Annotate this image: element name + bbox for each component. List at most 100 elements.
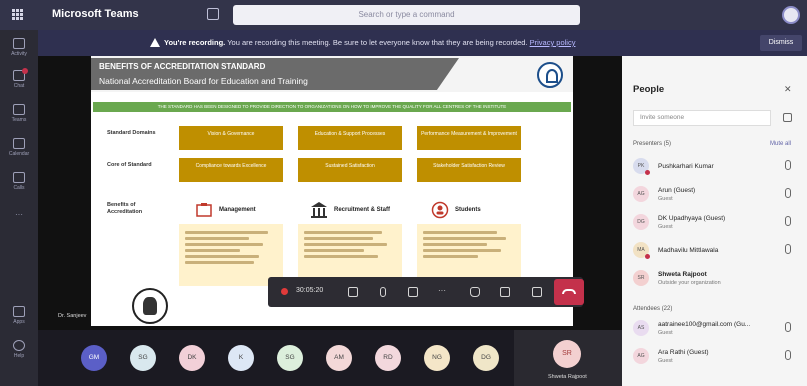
- person-row[interactable]: DG DK Upadhyaya (Guest) Guest: [622, 212, 807, 234]
- raise-hand-button[interactable]: [466, 283, 484, 301]
- avatar: AG: [633, 186, 649, 202]
- warning-icon: [150, 38, 160, 47]
- calendar-icon: [13, 138, 25, 149]
- domain-box: Education & Support Processes: [298, 126, 402, 150]
- participants-button[interactable]: [528, 283, 546, 301]
- rail-item-help[interactable]: Help: [0, 334, 38, 368]
- dismiss-button[interactable]: Dismiss: [760, 35, 802, 51]
- participant-avatar[interactable]: NG: [424, 345, 450, 371]
- rail-item-teams[interactable]: Teams: [0, 98, 38, 132]
- mic-icon: [785, 244, 791, 254]
- invite-input[interactable]: Invite someone: [633, 110, 771, 126]
- bell-icon: [13, 38, 25, 49]
- students-icon: [431, 201, 449, 219]
- avatar: SR: [553, 340, 581, 368]
- attendees-section-header[interactable]: Attendees (22): [633, 306, 672, 312]
- rail-item-activity[interactable]: Activity: [0, 32, 38, 66]
- rail-item-calendar[interactable]: Calendar: [0, 132, 38, 166]
- recording-banner: You're recording. You are recording this…: [38, 30, 807, 56]
- slide-strip: THE STANDARD HAS BEEN DESIGNED TO PROVID…: [93, 102, 571, 112]
- panel-title: People: [633, 84, 665, 95]
- person-subtitle: Guest: [658, 358, 673, 364]
- person-subtitle: Guest: [658, 330, 673, 336]
- participant-avatar[interactable]: RD: [375, 345, 401, 371]
- presenter-avatar: [132, 288, 168, 324]
- search-input[interactable]: Search or type a command: [233, 5, 580, 25]
- rail-item-chat[interactable]: Chat: [0, 64, 38, 98]
- rail-item-calls[interactable]: Calls: [0, 166, 38, 200]
- teams-icon: [13, 104, 25, 115]
- person-name: Madhavilu Mittlawala: [658, 247, 719, 254]
- person-name: Ara Rathi (Guest): [658, 349, 709, 356]
- participant-avatar[interactable]: DK: [179, 345, 205, 371]
- people-icon: [532, 287, 542, 297]
- person-subtitle: Guest: [658, 196, 673, 202]
- active-speaker-name: Shweta Rajpoot: [548, 374, 587, 380]
- privacy-policy-link[interactable]: Privacy policy: [530, 38, 576, 47]
- status-dot: [645, 170, 650, 175]
- camera-icon: [348, 287, 358, 297]
- participant-avatar[interactable]: SG: [130, 345, 156, 371]
- hang-up-button[interactable]: [554, 279, 584, 305]
- camera-button[interactable]: [344, 283, 362, 301]
- person-name: DK Upadhyaya (Guest): [658, 215, 726, 222]
- more-icon: ···: [15, 210, 23, 219]
- person-row[interactable]: AG Ara Rathi (Guest) Guest: [622, 346, 807, 368]
- recording-icon: [281, 288, 288, 295]
- status-dot: [645, 254, 650, 259]
- presenters-section-header[interactable]: Presenters (5): [633, 141, 671, 147]
- person-name: Pushkarhari Kumar: [658, 163, 714, 170]
- more-actions-button[interactable]: ···: [434, 283, 452, 301]
- core-box: Stakeholder Satisfaction Review: [417, 158, 521, 182]
- slide-header: BENEFITS OF ACCREDITATION STANDARD Natio…: [91, 56, 573, 92]
- person-name: Shweta Rajpoot: [658, 271, 707, 278]
- person-name: aatrainee100@gmail.com (Gu...: [658, 321, 751, 328]
- mic-icon: [785, 188, 791, 198]
- rail-item-more[interactable]: ···: [0, 200, 38, 234]
- share-tray-icon: [408, 287, 418, 297]
- app-title: Microsoft Teams: [52, 8, 139, 20]
- mic-icon: [785, 350, 791, 360]
- app-launcher-icon[interactable]: [12, 9, 24, 21]
- share-button[interactable]: [404, 283, 422, 301]
- row-label: Standard Domains: [107, 130, 156, 136]
- domain-box: Performance Measurement & Improvement: [417, 126, 521, 150]
- phone-icon: [13, 172, 25, 183]
- rail-item-apps[interactable]: Apps: [0, 300, 38, 334]
- mic-button[interactable]: [374, 283, 392, 301]
- slide-title: BENEFITS OF ACCREDITATION STANDARD: [99, 62, 266, 71]
- app-rail: Activity Chat Teams Calendar Calls ··· A…: [0, 30, 38, 386]
- participant-avatar[interactable]: DG: [473, 345, 499, 371]
- share-invite-icon[interactable]: [783, 113, 792, 122]
- person-row[interactable]: AG Arun (Guest) Guest: [622, 184, 807, 206]
- management-icon: [196, 203, 212, 217]
- person-row[interactable]: SR Shweta Rajpoot Outside your organizatio…: [622, 268, 807, 290]
- avatar: DG: [633, 214, 649, 230]
- close-icon[interactable]: ✕: [784, 84, 792, 95]
- person-row[interactable]: PK Pushkarhari Kumar: [622, 156, 807, 178]
- chat-button[interactable]: [496, 283, 514, 301]
- slide-subtitle: National Accreditation Board for Educati…: [99, 76, 308, 86]
- call-timer: 30:05:20: [296, 287, 324, 294]
- domain-box: Vision & Governance: [179, 126, 283, 150]
- apps-icon: [13, 306, 25, 317]
- board-logo-icon: [537, 62, 563, 88]
- avatar: AG: [633, 348, 649, 364]
- participant-avatar[interactable]: K: [228, 345, 254, 371]
- title-bar: Microsoft Teams Search or type a command: [0, 0, 807, 30]
- mic-icon: [785, 160, 791, 170]
- new-chat-icon[interactable]: [207, 8, 219, 20]
- participant-avatar[interactable]: SG: [277, 345, 303, 371]
- mic-icon: [785, 216, 791, 226]
- profile-avatar[interactable]: [782, 6, 800, 24]
- person-row[interactable]: AS aatrainee100@gmail.com (Gu... Guest: [622, 318, 807, 340]
- presenter-name-tag: Dr. Sanjeev: [58, 313, 87, 319]
- mute-all-link[interactable]: Mute all: [770, 141, 791, 147]
- participant-avatar[interactable]: GM: [81, 345, 107, 371]
- benefit-area: Management: [195, 196, 256, 224]
- row-label: Benefits of Accreditation: [107, 202, 143, 215]
- mic-icon: [785, 322, 791, 332]
- person-row[interactable]: MA Madhavilu Mittlawala: [622, 240, 807, 262]
- participant-avatar[interactable]: AM: [326, 345, 352, 371]
- mic-icon: [380, 287, 386, 297]
